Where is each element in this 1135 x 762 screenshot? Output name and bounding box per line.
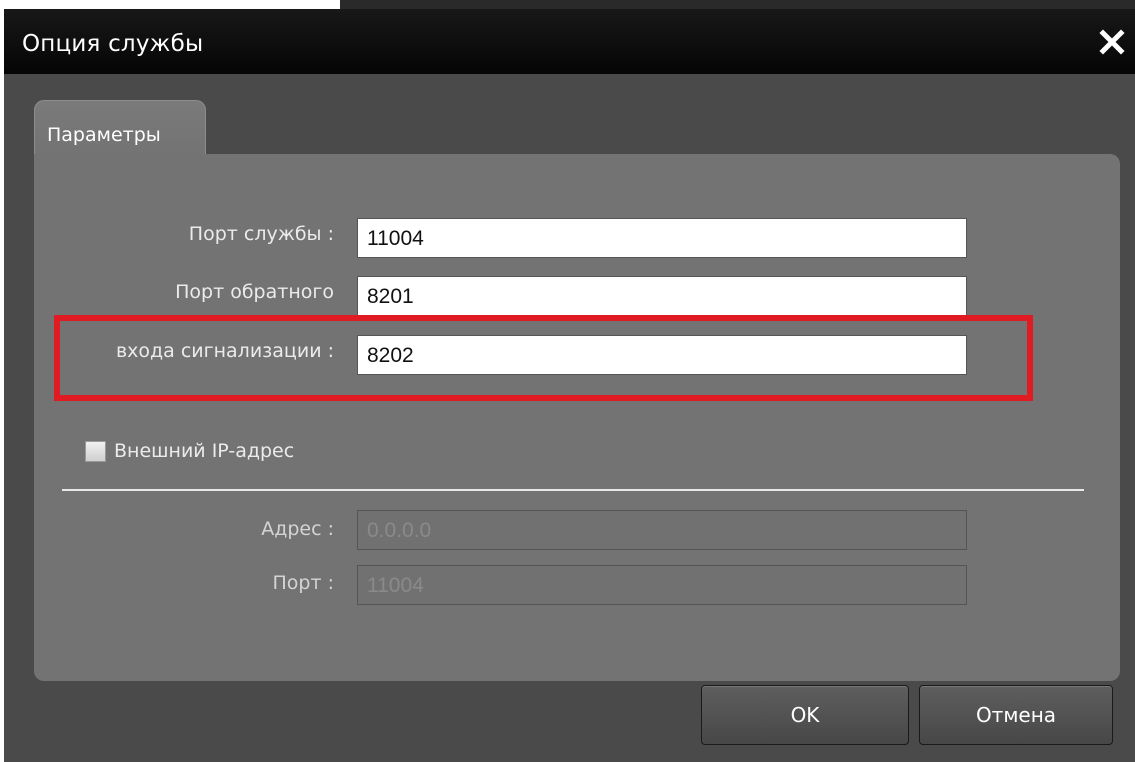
service-port-input[interactable]: 11004 <box>357 218 967 258</box>
port-label: Порт : <box>272 572 334 594</box>
service-options-dialog: Опция службы Параметры Порт службы : 110… <box>4 9 1135 762</box>
close-icon[interactable] <box>1099 29 1125 55</box>
ok-button[interactable]: OK <box>701 685 909 745</box>
cancel-button[interactable]: Отмена <box>919 685 1113 745</box>
title-bar[interactable]: Опция службы <box>4 9 1135 74</box>
external-ip-checkbox[interactable] <box>85 441 106 462</box>
external-ip-label[interactable]: Внешний IP-адрес <box>114 440 294 462</box>
divider <box>62 489 1084 491</box>
service-port-label: Порт службы : <box>188 223 334 245</box>
parent-window-edge <box>340 0 1135 9</box>
tab-parameters-label: Параметры <box>47 124 161 146</box>
dialog-title: Опция службы <box>22 31 204 57</box>
highlight-box <box>54 315 1033 401</box>
address-label: Адрес : <box>261 518 334 540</box>
callback-port-label-line1: Порт обратного <box>175 281 334 303</box>
callback-port-input[interactable]: 8201 <box>357 276 967 316</box>
top-edge <box>0 0 1135 9</box>
port-input[interactable]: 11004 <box>357 565 967 605</box>
address-input[interactable]: 0.0.0.0 <box>357 510 967 550</box>
